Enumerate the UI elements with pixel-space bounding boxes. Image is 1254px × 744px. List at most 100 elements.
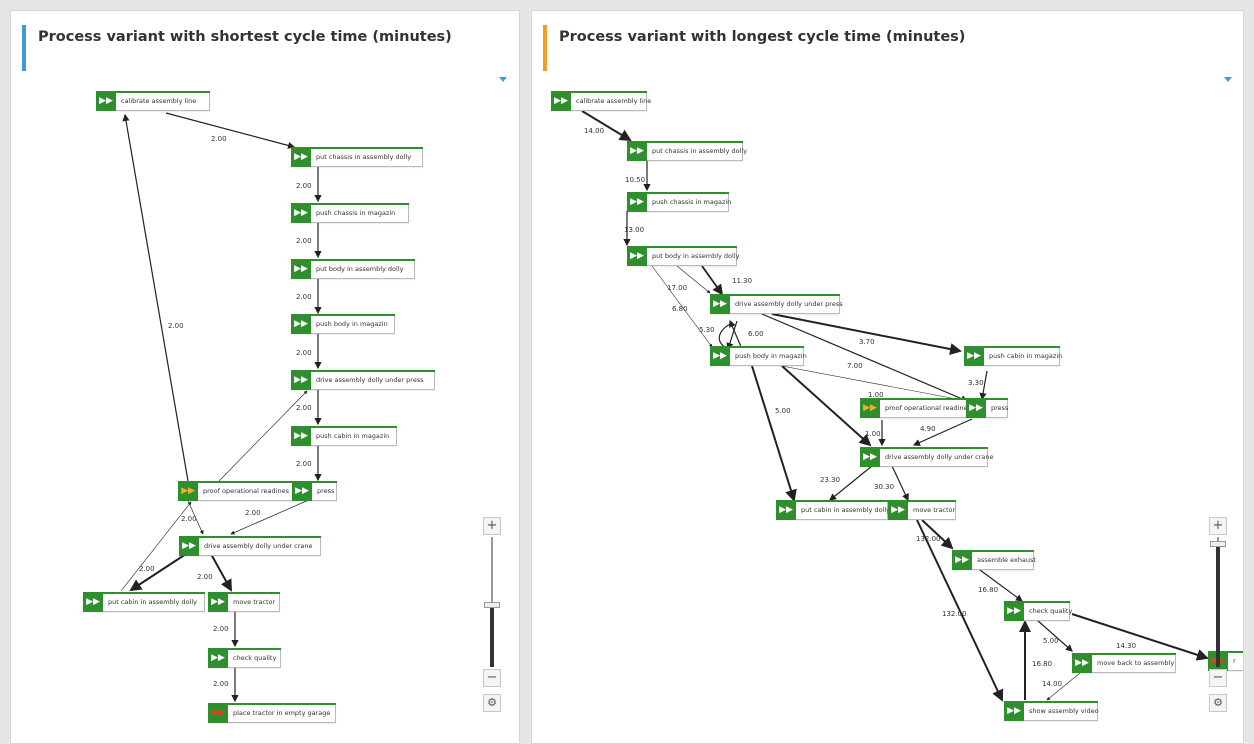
node-label: drive assembly dolly under crane [885,453,994,461]
gear-icon: ⚙ [1213,696,1223,709]
node-drive-press[interactable]: ▶▶ drive assembly dolly under press [710,294,843,314]
edge-label: 2.00 [213,680,229,688]
edge-label: 6.80 [672,305,688,313]
edge-drive-crane-move-tractor [210,553,232,592]
node-calibrate-assembly-line[interactable]: ▶▶ calibrate assembly line [96,91,210,111]
zoom-out-button[interactable]: − [483,669,501,687]
settings-button[interactable]: ⚙ [1209,694,1227,712]
node-push-chassis[interactable]: ▶▶ push chassis in magazin [627,192,732,212]
edge-label: 7.00 [847,362,863,370]
edge-label: 5.00 [1043,637,1059,645]
zoom-out-button[interactable]: − [1209,669,1227,687]
zoom-in-button[interactable]: + [483,517,501,535]
fast-forward-icon: ▶▶ [1072,653,1092,673]
edge-put-body-drive-press [701,265,724,296]
node-label: r [1233,657,1236,665]
fast-forward-icon: ▶▶ [710,346,730,366]
node-label: move tractor [913,506,956,514]
fast-forward-icon: ▶▶ [179,536,199,556]
minus-icon: − [1212,670,1224,685]
node-label: push cabin in magazin [989,352,1063,360]
edge-label: 132.00 [942,610,967,618]
fast-forward-icon: ▶▶ [1004,601,1024,621]
node-label: put chassis in assembly dolly [316,153,412,161]
node-label: push cabin in magazin [316,432,390,440]
node-check-quality[interactable]: ▶▶ check quality [208,648,281,668]
node-put-cabin[interactable]: ▶▶ put cabin in assembly dolly [83,592,205,612]
node-proof-operational-readines[interactable]: ▶▶ proof operational readines [178,481,294,501]
node-label: push body in magazin [316,320,388,328]
node-press[interactable]: ▶▶ press [966,398,1008,418]
node-drive-press[interactable]: ▶▶ drive assembly dolly under press [291,370,435,390]
fast-forward-icon: ▶▶ [208,592,228,612]
node-label: press [991,404,1009,412]
node-check-quality[interactable]: ▶▶ check quality [1004,601,1073,621]
node-move-tractor[interactable]: ▶▶ move tractor [208,592,280,612]
edge-label: 2.00 [296,237,312,245]
right-panel: Process variant with longest cycle time … [531,10,1244,744]
edge-label: 17.00 [667,284,687,292]
node-press[interactable]: ▶▶ press [292,481,337,501]
edge-label: 2.00 [296,460,312,468]
node-put-body[interactable]: ▶▶ put body in assembly dolly [291,259,415,279]
node-move-tractor[interactable]: ▶▶ move tractor [888,500,956,520]
node-move-back-to-assembly[interactable]: ▶▶ move back to assembly [1072,653,1176,673]
fast-forward-icon: ▶▶ [1004,701,1024,721]
zoom-slider-handle[interactable] [484,602,500,608]
node-label: put cabin in assembly dolly [108,598,198,606]
process-graph-edges: 14.00 10.50 13.00 11.30 17.00 6.80 5.30 … [581,110,1209,702]
node-label: check quality [1029,607,1073,615]
fast-forward-icon: ▶▶ [291,314,311,334]
node-push-cabin[interactable]: ▶▶ push cabin in magazin [964,346,1063,366]
node-put-chassis[interactable]: ▶▶ put chassis in assembly dolly [291,147,423,167]
node-assemble-exhaust[interactable]: ▶▶ assemble exhaust [952,550,1036,570]
node-label: push chassis in magazin [652,198,732,206]
node-label: assemble exhaust [977,556,1036,564]
node-label: push chassis in magazin [316,209,396,217]
edge-label: 11.30 [732,277,752,285]
edge-press-drive-crane [230,498,312,535]
fast-forward-icon: ▶▶ [860,398,880,418]
fast-forward-icon: ▶▶ [291,203,311,223]
edge-check-quality-cut [1071,613,1209,661]
node-label: check quality [233,654,277,662]
fast-forward-icon: ▶▶ [96,91,116,111]
edge-label: 3.70 [859,338,875,346]
edge-label: 4.90 [920,425,936,433]
edge-label: 30.30 [874,483,894,491]
node-push-cabin[interactable]: ▶▶ push cabin in magazin [291,426,397,446]
node-label: put chassis in assembly dolly [652,147,748,155]
settings-button[interactable]: ⚙ [483,694,501,712]
node-show-assembly-video[interactable]: ▶▶ show assembly video [1004,701,1099,721]
fast-forward-icon: ▶▶ [888,500,908,520]
node-push-body[interactable]: ▶▶ push body in magazin [291,314,395,334]
node-put-chassis[interactable]: ▶▶ put chassis in assembly dolly [627,141,747,161]
node-push-body[interactable]: ▶▶ push body in magazin [710,346,807,366]
process-graph-edges: 2.00 2.00 2.00 2.00 2.00 2.00 2.00 2.00 … [120,112,322,703]
node-place-tractor[interactable]: ▶▶ place tractor in empty garage [208,703,336,723]
node-put-cabin[interactable]: ▶▶ put cabin in assembly dolly [776,500,890,520]
node-label: drive assembly dolly under press [735,300,843,308]
node-drive-crane[interactable]: ▶▶ drive assembly dolly under crane [860,447,994,467]
edge-label: 1.00 [865,430,881,438]
fast-forward-icon: ▶▶ [627,246,647,266]
node-push-chassis[interactable]: ▶▶ push chassis in magazin [291,203,409,223]
fast-forward-icon: ▶▶ [952,550,972,570]
zoom-slider-handle[interactable] [1210,541,1226,547]
node-put-body[interactable]: ▶▶ put body in assembly dolly [627,246,740,266]
node-label: push body in magazin [735,352,807,360]
edge-label: 2.00 [296,349,312,357]
fast-forward-icon: ▶▶ [291,426,311,446]
node-label: put body in assembly dolly [316,265,404,273]
edge-label: 13.00 [624,226,644,234]
node-proof-operational-readines[interactable]: ▶▶ proof operational readines [860,398,971,418]
node-drive-crane[interactable]: ▶▶ drive assembly dolly under crane [179,536,321,556]
edge-label: 5.00 [775,407,791,415]
edge-label: 2.00 [296,182,312,190]
fast-forward-icon: ▶▶ [291,147,311,167]
node-calibrate-assembly-line[interactable]: ▶▶ calibrate assembly line [551,91,651,111]
edge-calibrate-put-chassis [165,112,296,149]
fast-forward-icon: ▶▶ [292,481,312,501]
fast-forward-icon: ▶▶ [208,648,228,668]
zoom-in-button[interactable]: + [1209,517,1227,535]
